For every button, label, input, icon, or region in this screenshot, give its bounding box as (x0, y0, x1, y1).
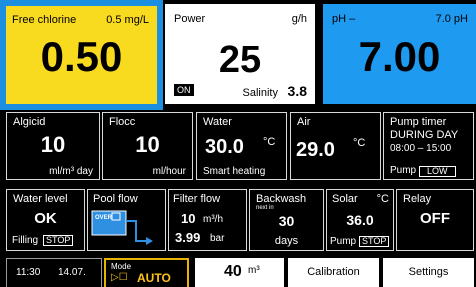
water-label: Water (203, 116, 232, 128)
ph-label: pH – (332, 13, 356, 25)
calibration-label: Calibration (307, 266, 360, 278)
chlorine-tile[interactable]: Free chlorine 0.5 mg/L 0.50 (0, 0, 163, 110)
relay-label: Relay (403, 193, 432, 205)
calibration-button[interactable]: Calibration (288, 258, 379, 287)
solar-unit: °C (376, 193, 389, 205)
filling-label: Filling (12, 235, 39, 246)
clock: 11:30 14.07. (6, 258, 102, 287)
solar-pump-label: Pump (330, 236, 357, 247)
mode-play-stop-icon: ▷☐ (111, 272, 128, 283)
pump-timer-pump-label: Pump (390, 165, 417, 176)
water-value: 30.0 (205, 136, 244, 158)
algicid-label: Algicid (13, 116, 46, 128)
chlorine-label: Free chlorine (12, 14, 77, 26)
solar-label: Solar (332, 193, 358, 205)
filter-flow-tile[interactable]: Filter flow 10 m³/h 3.99 bar (168, 189, 247, 251)
salinity-value: 3.8 (287, 83, 307, 99)
air-unit: °C (353, 137, 366, 149)
filter-pressure-unit: bar (210, 233, 225, 244)
backwash-value: 30 (278, 213, 295, 229)
air-value: 29.0 (296, 139, 335, 161)
pump-timer-tile[interactable]: Pump timer DURING DAY 08:00 – 15:00 Pump… (383, 112, 474, 180)
backwash-sub: next in (256, 205, 274, 211)
relay-tile[interactable]: Relay OFF (396, 189, 474, 251)
salinity-label: Salinity (242, 87, 278, 99)
air-label: Air (297, 116, 311, 128)
pump-timer-line1: DURING DAY (390, 129, 459, 141)
power-unit: g/h (291, 13, 307, 25)
solar-tile[interactable]: Solar °C 36.0 Pump STOP (326, 189, 394, 251)
water-unit: °C (263, 136, 276, 148)
flocc-tile[interactable]: Flocc 10 ml/hour (102, 112, 193, 180)
filter-flow-value: 10 (181, 211, 196, 226)
mode-button[interactable]: Mode ▷☐ AUTO (104, 258, 189, 287)
water-level-tile[interactable]: Water level OK Filling STOP (6, 189, 85, 251)
power-tile[interactable]: Power g/h 25 ON Salinity 3.8 (165, 4, 315, 104)
ph-setpoint: 7.0 pH (435, 13, 468, 25)
algicid-value: 10 (40, 132, 66, 157)
mode-label: Mode (111, 262, 132, 271)
solar-pump-value[interactable]: STOP (359, 236, 390, 247)
relay-value: OFF (420, 210, 450, 227)
settings-label: Settings (408, 266, 449, 278)
filling-value[interactable]: STOP (43, 235, 74, 246)
clock-date: 14.07. (58, 267, 86, 278)
pool-overflow-label: OVER (95, 215, 113, 221)
pump-timer-pump-value[interactable]: LOW (419, 166, 456, 177)
ph-tile[interactable]: pH – 7.0 pH 7.00 (323, 4, 476, 104)
solar-value: 36.0 (346, 212, 374, 228)
chlorine-setpoint: 0.5 mg/L (106, 14, 149, 26)
pool-flow-label: Pool flow (93, 193, 138, 205)
ph-value: 7.00 (358, 33, 441, 80)
volume-value: 40 (224, 263, 242, 280)
algicid-unit: ml/m³ day (49, 166, 93, 177)
water-level-value: OK (34, 210, 57, 227)
backwash-unit: days (274, 235, 299, 247)
backwash-tile[interactable]: Backwash next in 30 days (249, 189, 324, 251)
power-status-badge: ON (174, 84, 194, 96)
pump-timer-label: Pump timer (390, 116, 447, 128)
volume-unit: m³ (248, 265, 260, 276)
settings-button[interactable]: Settings (383, 258, 474, 287)
pool-flow-diagram (91, 210, 153, 245)
mode-value: AUTO (137, 271, 171, 285)
clock-time: 11:30 (16, 267, 41, 278)
volume-display[interactable]: 40 m³ (195, 258, 284, 287)
flocc-value: 10 (135, 132, 160, 157)
water-tile[interactable]: Water 30.0 °C Smart heating (196, 112, 287, 180)
water-level-label: Water level (13, 193, 68, 205)
flocc-unit: ml/hour (152, 166, 186, 177)
air-tile[interactable]: Air 29.0 °C (290, 112, 381, 180)
pump-timer-line2: 08:00 – 15:00 (390, 143, 452, 154)
filter-flow-label: Filter flow (173, 193, 221, 205)
flocc-label: Flocc (109, 116, 136, 128)
algicid-tile[interactable]: Algicid 10 ml/m³ day (6, 112, 100, 180)
power-label: Power (174, 13, 206, 25)
power-value: 25 (218, 39, 262, 81)
filter-pressure-value: 3.99 (175, 230, 201, 245)
water-mode: Smart heating (203, 166, 266, 177)
filter-flow-unit: m³/h (203, 214, 223, 225)
chlorine-value: 0.50 (40, 33, 123, 80)
pool-flow-tile[interactable]: Pool flow OVER (87, 189, 166, 251)
